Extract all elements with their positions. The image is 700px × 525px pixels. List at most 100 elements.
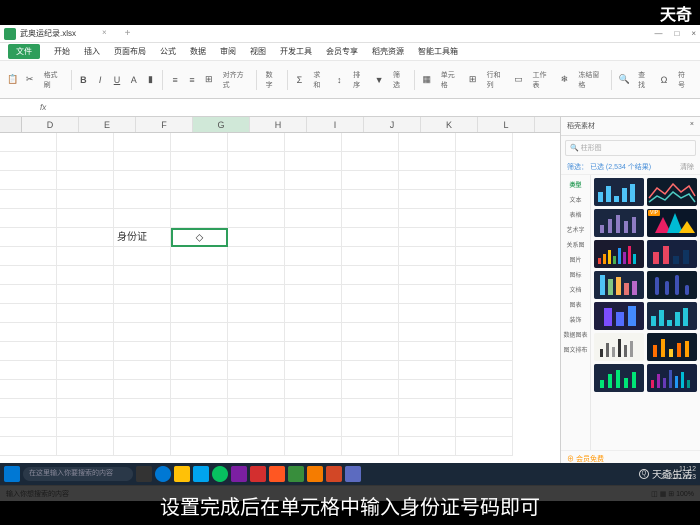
chart-thumb[interactable] [647, 364, 697, 392]
align-left-icon[interactable]: ≡ [168, 72, 182, 88]
menu-resources[interactable]: 稻壳资源 [372, 46, 404, 57]
task-ppt-icon[interactable] [326, 466, 342, 482]
cat-item[interactable]: 关系图 [561, 237, 590, 252]
cat-item[interactable]: 装饰 [561, 312, 590, 327]
task-app-icon[interactable] [269, 466, 285, 482]
cat-item[interactable]: 文档 [561, 282, 590, 297]
task-folder-icon[interactable] [174, 466, 190, 482]
task-app-icon[interactable] [307, 466, 323, 482]
watermark-logo-icon: Q [639, 469, 649, 479]
col-header[interactable]: J [364, 117, 421, 132]
col-header[interactable]: I [307, 117, 364, 132]
chart-thumb[interactable] [647, 333, 697, 361]
task-wechat-icon[interactable] [212, 466, 228, 482]
cat-item[interactable]: 图标 [561, 267, 590, 282]
chart-thumb[interactable] [594, 209, 644, 237]
chart-thumb[interactable] [647, 271, 697, 299]
symbol-icon[interactable]: Ω [657, 72, 671, 88]
tab-add-icon[interactable]: + [125, 28, 131, 39]
task-app-icon[interactable] [193, 466, 209, 482]
italic-icon[interactable]: I [93, 72, 107, 88]
chart-thumb[interactable] [594, 333, 644, 361]
task-app-icon[interactable] [231, 466, 247, 482]
cat-item[interactable]: 文本 [561, 192, 590, 207]
menu-file[interactable]: 文件 [8, 44, 40, 59]
menu-formula[interactable]: 公式 [160, 46, 176, 57]
filter-icon[interactable]: ▼ [372, 72, 386, 88]
bold-icon[interactable]: B [77, 72, 91, 88]
chart-thumb[interactable] [647, 178, 697, 206]
sort-icon[interactable]: ↕ [332, 72, 346, 88]
chart-thumb[interactable] [594, 240, 644, 268]
chart-thumb[interactable] [594, 271, 644, 299]
col-header[interactable]: E [79, 117, 136, 132]
menu-data[interactable]: 数据 [190, 46, 206, 57]
font-color-icon[interactable]: A [127, 72, 141, 88]
fx-label[interactable]: fx [34, 103, 52, 112]
menu-review[interactable]: 审阅 [220, 46, 236, 57]
find-icon[interactable]: 🔍 [617, 72, 631, 88]
chart-thumb[interactable] [594, 178, 644, 206]
panel-close-icon[interactable]: × [690, 121, 694, 131]
task-edge-icon[interactable] [155, 466, 171, 482]
merge-icon[interactable]: ⊞ [202, 72, 216, 88]
filter-result[interactable]: 已选 (2,534 个结果) [590, 164, 651, 171]
window-controls: — □ × [654, 29, 696, 38]
col-header[interactable]: F [136, 117, 193, 132]
chart-thumb[interactable] [594, 364, 644, 392]
chart-thumb[interactable]: VIP [647, 209, 697, 237]
col-header[interactable]: L [478, 117, 535, 132]
task-app-icon[interactable] [288, 466, 304, 482]
cat-item[interactable]: 艺术字 [561, 222, 590, 237]
menu-view[interactable]: 视图 [250, 46, 266, 57]
col-header[interactable]: D [22, 117, 79, 132]
cat-item[interactable]: 图片 [561, 252, 590, 267]
task-app-icon[interactable] [136, 466, 152, 482]
cat-type[interactable]: 类型 [561, 177, 590, 192]
freeze-icon[interactable]: ❄ [558, 72, 572, 88]
menu-home[interactable]: 开始 [54, 46, 70, 57]
menu-tools[interactable]: 智能工具箱 [418, 46, 458, 57]
sum-icon[interactable]: Σ [293, 72, 307, 88]
rows-cols-icon[interactable]: ⊞ [466, 72, 480, 88]
worksheet-icon[interactable]: ▭ [512, 72, 526, 88]
align-center-icon[interactable]: ≡ [185, 72, 199, 88]
chart-thumb[interactable] [647, 302, 697, 330]
chart-thumb[interactable] [647, 240, 697, 268]
underline-icon[interactable]: U [110, 72, 124, 88]
minimize-icon[interactable]: — [654, 29, 662, 38]
cat-item[interactable]: 图表 [561, 297, 590, 312]
menu-dev[interactable]: 开发工具 [280, 46, 312, 57]
spreadsheet-app: 武奥运纪录.xlsx × + — □ × 文件 开始 插入 页面布局 公式 数据… [0, 25, 700, 485]
col-header-active[interactable]: G [193, 117, 250, 132]
cell-f-label[interactable]: 身份证 [114, 228, 171, 247]
col-header[interactable]: H [250, 117, 307, 132]
tab-close-icon[interactable]: × [102, 28, 107, 39]
panel-search-input[interactable]: 🔍 柱形图 [565, 140, 696, 156]
close-icon[interactable]: × [691, 29, 696, 38]
fill-color-icon[interactable]: ▮ [144, 72, 158, 88]
cat-item[interactable]: 数据图表 [561, 327, 590, 342]
cell-format-icon[interactable]: ▦ [420, 72, 434, 88]
select-all-corner[interactable] [0, 117, 22, 132]
cat-item[interactable]: 图文排布 [561, 342, 590, 357]
filter-clear[interactable]: 清除 [680, 162, 694, 172]
task-app-icon[interactable] [250, 466, 266, 482]
menu-layout[interactable]: 页面布局 [114, 46, 146, 57]
chart-thumb[interactable] [594, 302, 644, 330]
document-title: 武奥运纪录.xlsx [20, 28, 76, 39]
group-freeze: 冻结窗格 [574, 70, 606, 90]
start-icon[interactable] [4, 466, 20, 482]
menu-insert[interactable]: 插入 [84, 46, 100, 57]
task-app-icon[interactable] [345, 466, 361, 482]
cells-grid[interactable]: 身份证 ◇ [0, 133, 560, 456]
col-header[interactable]: K [421, 117, 478, 132]
maximize-icon[interactable]: □ [674, 29, 679, 38]
cat-item[interactable]: 表格 [561, 207, 590, 222]
paste-icon[interactable]: 📋 [6, 72, 20, 88]
formula-bar: fx [0, 99, 700, 117]
selected-cell[interactable]: ◇ [171, 228, 228, 247]
menu-member[interactable]: 会员专享 [326, 46, 358, 57]
taskbar-search[interactable]: 在这里输入你要搜索的内容 [23, 467, 133, 481]
cut-icon[interactable]: ✂ [23, 72, 37, 88]
